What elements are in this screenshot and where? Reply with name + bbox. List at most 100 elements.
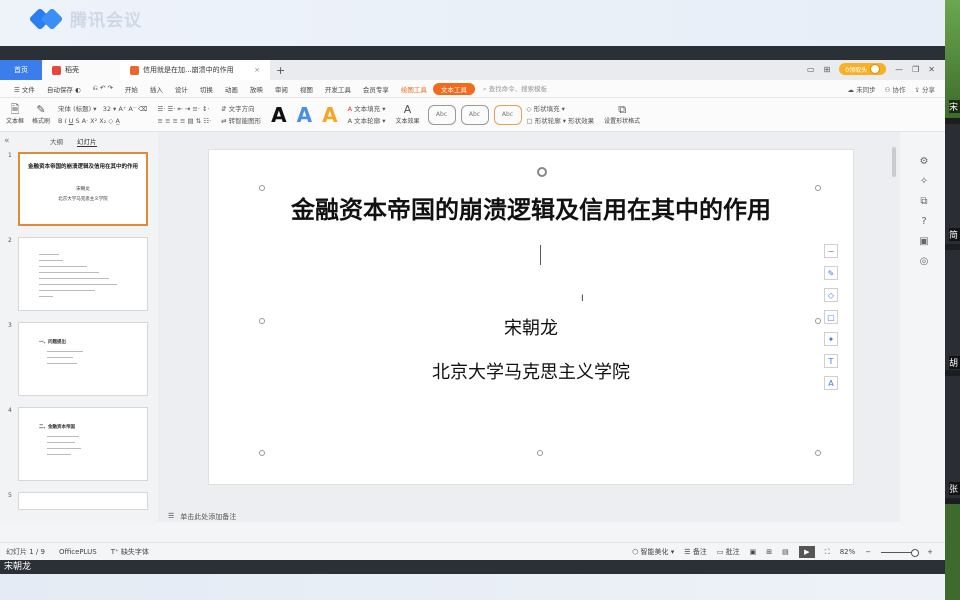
user-button[interactable]: 0领取头 bbox=[839, 63, 887, 75]
tab-presentation[interactable]: 信用就是在加...崩溃中的作用 × bbox=[120, 60, 270, 80]
missing-font-button[interactable]: T⁺ 缺失字体 bbox=[111, 547, 149, 557]
tab-docer[interactable]: 稻壳 bbox=[42, 60, 120, 80]
resize-handle[interactable] bbox=[259, 450, 265, 456]
shape-style-2[interactable]: Abc bbox=[460, 104, 489, 125]
participant-video[interactable] bbox=[945, 504, 960, 600]
shape-fill-button[interactable]: ◇ 形状填充 ▾ bbox=[527, 103, 595, 115]
collapse-sidebar-icon[interactable]: « bbox=[4, 136, 10, 146]
shape-style-1[interactable]: Abc bbox=[427, 104, 456, 125]
menu-animation[interactable]: 动画 bbox=[219, 84, 244, 94]
menu-slideshow[interactable]: 放映 bbox=[244, 84, 269, 94]
resize-handle[interactable] bbox=[815, 450, 821, 456]
pen-icon[interactable]: ✎ bbox=[824, 266, 838, 280]
tab-home[interactable]: 首页 bbox=[0, 60, 42, 80]
current-slide[interactable]: 金融资本帝国的崩溃逻辑及信用在其中的作用 I 宋朝龙 北京大学马克思主义学院 bbox=[208, 149, 854, 485]
slide-thumb-2[interactable] bbox=[18, 237, 148, 311]
zoom-slider[interactable] bbox=[881, 548, 920, 557]
zoom-out-icon[interactable]: − bbox=[865, 548, 871, 556]
format-painter-button[interactable]: ✎ 格式刷 bbox=[32, 104, 50, 126]
slide-thumb-row-2[interactable]: 2 bbox=[8, 237, 148, 311]
menu-design[interactable]: 设计 bbox=[169, 84, 194, 94]
text-format-icon[interactable]: T bbox=[824, 354, 838, 368]
participant-video[interactable]: 宋 bbox=[945, 0, 960, 118]
layout-icon[interactable]: ▭ bbox=[807, 65, 815, 74]
zoom-in-icon[interactable]: + bbox=[927, 548, 933, 556]
slide-thumb-4[interactable]: 二、金融资本帝国 bbox=[18, 407, 148, 481]
text-outline-button[interactable]: A 文本轮廓 ▾ bbox=[348, 115, 386, 127]
slide-thumb-row-3[interactable]: 3 一、问题提出 bbox=[8, 322, 148, 396]
adjust-icon[interactable]: ⚙ bbox=[920, 156, 929, 167]
slide-thumb-row-4[interactable]: 4 二、金融资本帝国 bbox=[8, 407, 148, 481]
font-settings-icon[interactable]: A bbox=[824, 376, 838, 390]
menu-view[interactable]: 视图 bbox=[294, 84, 319, 94]
text-effect-button[interactable]: A 文本效果 bbox=[395, 104, 419, 126]
fit-icon[interactable]: ⛶ bbox=[825, 548, 830, 557]
lightbulb-icon[interactable]: ✦ bbox=[824, 332, 838, 346]
rotate-handle-icon[interactable] bbox=[537, 167, 547, 177]
menu-developer[interactable]: 开发工具 bbox=[319, 84, 357, 94]
list-row[interactable]: ☰· ☰· ⇤ ⇥ ≡· ↕· bbox=[157, 103, 211, 115]
menu-home[interactable]: 开始 bbox=[119, 84, 144, 94]
text-direction-button[interactable]: ⇵ 文字方向 bbox=[221, 103, 261, 115]
wordart-black[interactable]: A bbox=[271, 103, 286, 127]
resize-handle[interactable] bbox=[537, 450, 543, 456]
help-icon[interactable]: ? bbox=[921, 216, 926, 227]
slide-institution[interactable]: 北京大学马克思主义学院 bbox=[209, 358, 853, 384]
slide-thumb-5[interactable] bbox=[18, 492, 148, 510]
beautify-button[interactable]: ⬡ 智能美化 ▾ bbox=[632, 547, 674, 557]
vertical-scrollbar[interactable] bbox=[892, 147, 896, 177]
grid-icon[interactable]: ⊞ bbox=[824, 65, 831, 74]
sorter-view-icon[interactable]: ⊞ bbox=[766, 548, 772, 556]
textbox-button[interactable]: 🗎 文本框 bbox=[6, 104, 24, 126]
sync-button[interactable]: ☁ 未同步 bbox=[848, 84, 876, 94]
slide-thumb-row-1[interactable]: 1 金融资本帝国的崩溃逻辑及信用在其中的作用 宋朝龙 北京大学马克思主义学院 bbox=[8, 152, 148, 226]
officeplus-button[interactable]: OfficePLUS bbox=[59, 548, 97, 556]
menu-transition[interactable]: 切换 bbox=[194, 84, 219, 94]
format-shape-button[interactable]: ⧉ 设置形状格式 bbox=[604, 104, 640, 126]
collab-button[interactable]: ⚇ 协作 bbox=[885, 84, 906, 94]
wordart-blue[interactable]: A bbox=[297, 103, 312, 127]
tab-slides[interactable]: 幻灯片 bbox=[77, 136, 97, 147]
close-window-icon[interactable]: ✕ bbox=[928, 65, 935, 74]
align-row[interactable]: ≡ ≡ ≡ ≡ ▤ ⇅ ☷· bbox=[157, 115, 211, 127]
wordart-orange[interactable]: A bbox=[322, 103, 337, 127]
participant-video[interactable]: 张 bbox=[945, 376, 960, 498]
participant-video[interactable]: 胡 bbox=[945, 250, 960, 370]
restore-icon[interactable]: ❐ bbox=[912, 65, 919, 74]
participant-video[interactable]: 简 bbox=[945, 124, 960, 244]
tab-outline[interactable]: 大纲 bbox=[50, 136, 63, 146]
font-style-row[interactable]: B I U S A· X² X₂ ◇ A̲ bbox=[58, 115, 147, 127]
copy-icon[interactable]: ⧉ bbox=[920, 196, 927, 207]
fill-icon[interactable]: ◇ bbox=[824, 288, 838, 302]
new-tab-button[interactable]: + bbox=[276, 64, 285, 77]
menu-review[interactable]: 审阅 bbox=[269, 84, 294, 94]
minus-icon[interactable]: − bbox=[824, 244, 838, 258]
notes-area[interactable]: ☰ 单击此处添加备注 bbox=[162, 512, 236, 524]
zoom-level[interactable]: 82% bbox=[840, 548, 856, 556]
menu-member[interactable]: 会员专享 bbox=[357, 84, 395, 94]
notes-toggle-button[interactable]: ☰ 备注 bbox=[684, 547, 707, 557]
share-button[interactable]: ⇪ 分享 bbox=[914, 84, 935, 94]
menu-drawing-tools[interactable]: 绘图工具 bbox=[395, 84, 433, 94]
slide-title[interactable]: 金融资本帝国的崩溃逻辑及信用在其中的作用 bbox=[209, 190, 853, 225]
slide-thumb-1[interactable]: 金融资本帝国的崩溃逻辑及信用在其中的作用 宋朝龙 北京大学马克思主义学院 bbox=[18, 152, 148, 226]
slideshow-play-button[interactable]: ▶ bbox=[798, 546, 815, 558]
shape-outline-button[interactable]: ▢ 形状轮廓 ▾ 形状效果 bbox=[527, 115, 595, 127]
menu-autosave[interactable]: 自动保存 ◐ bbox=[41, 84, 87, 94]
undo-redo-icons[interactable]: ⎌ ↶ ↷ bbox=[87, 84, 119, 93]
shape-style-3[interactable]: Abc bbox=[493, 104, 522, 125]
frame-icon[interactable]: ▢ bbox=[824, 310, 838, 324]
reading-view-icon[interactable]: ▤ bbox=[782, 548, 789, 556]
pin-icon[interactable]: ✧ bbox=[920, 176, 928, 187]
command-search[interactable]: ⌕ 查找命令、搜索模板 bbox=[483, 83, 547, 94]
menu-insert[interactable]: 插入 bbox=[144, 84, 169, 94]
font-name-select[interactable]: 宋体 (标题) bbox=[58, 105, 91, 113]
image-icon[interactable]: ▣ bbox=[919, 236, 928, 247]
shape-effect-label[interactable]: 形状效果 bbox=[568, 117, 594, 125]
convert-smartart-button[interactable]: ⇄ 转智能图形 bbox=[221, 115, 261, 127]
slide-thumb-3[interactable]: 一、问题提出 bbox=[18, 322, 148, 396]
normal-view-icon[interactable]: ▣ bbox=[750, 548, 757, 556]
close-tab-icon[interactable]: × bbox=[254, 66, 260, 74]
comments-button[interactable]: ▭ 批注 bbox=[717, 547, 740, 557]
slide-thumb-row-5[interactable]: 5 bbox=[8, 492, 148, 510]
